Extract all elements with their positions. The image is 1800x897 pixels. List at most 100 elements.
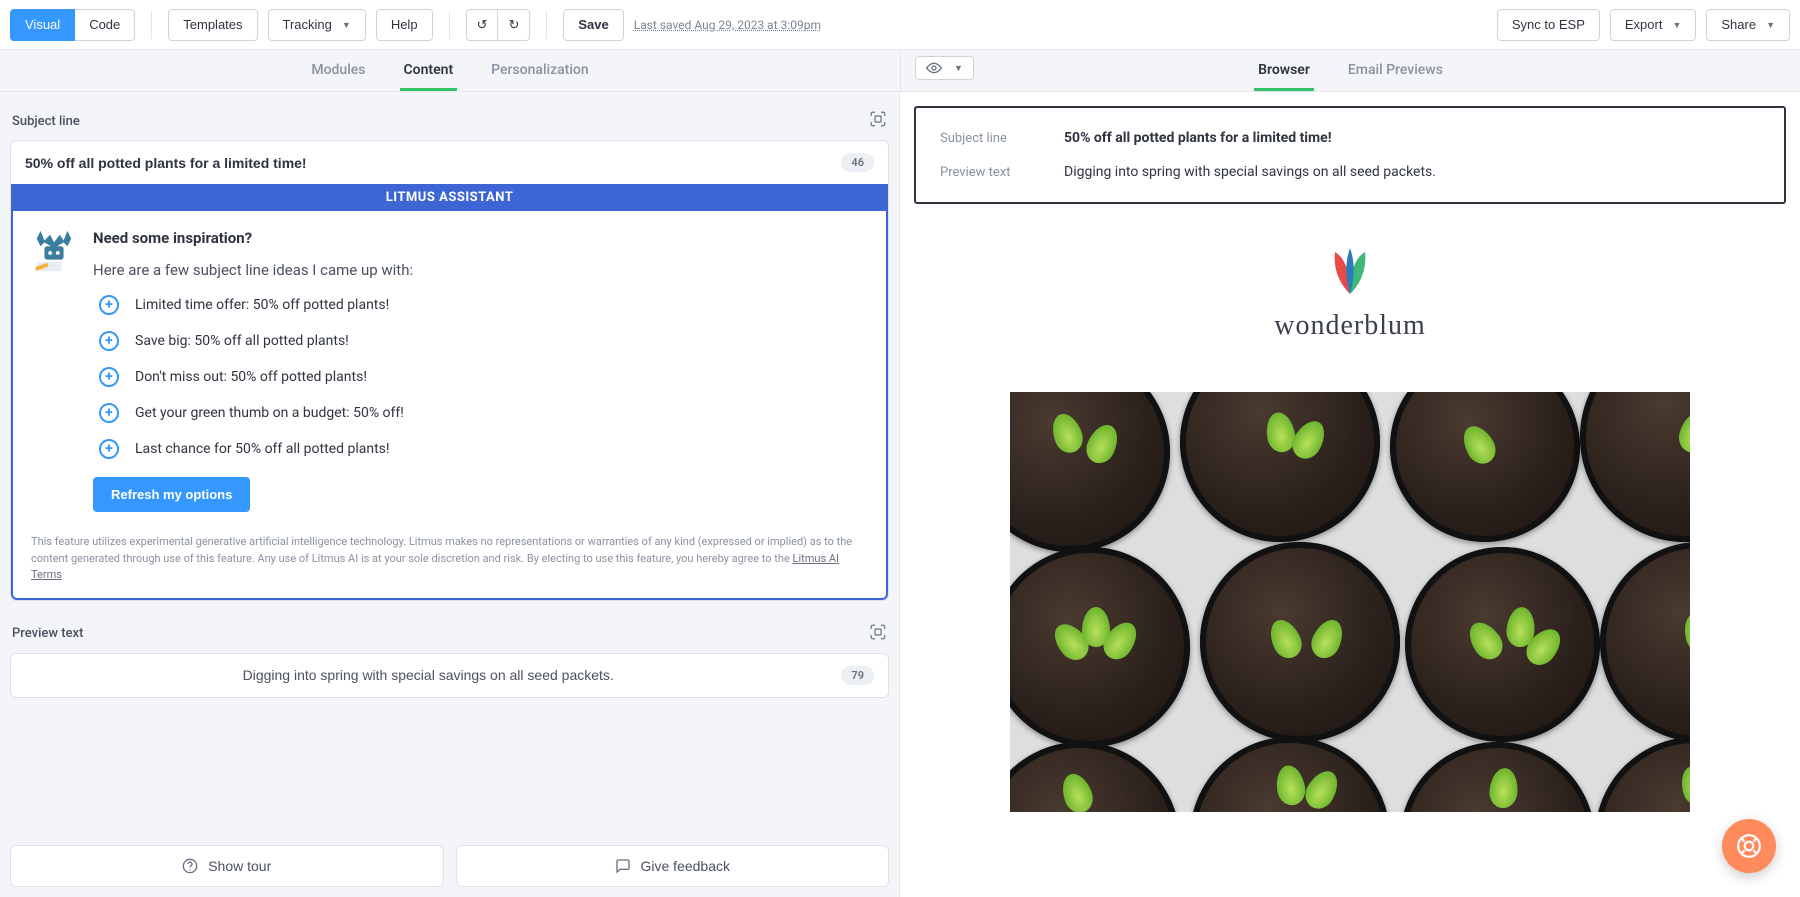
add-suggestion-button[interactable]: + <box>99 403 119 423</box>
preview-subject-row: Subject line 50% off all potted plants f… <box>940 130 1760 146</box>
preview-tabs: ▼ Browser Email Previews <box>900 50 1800 91</box>
undo-button[interactable]: ↺ <box>466 9 499 41</box>
view-mode-group: Visual Code <box>10 9 135 41</box>
editor-tabs: Modules Content Personalization <box>0 50 900 91</box>
save-button[interactable]: Save <box>563 9 623 41</box>
subject-card: 46 LITMUS ASSISTANT Ne <box>10 140 889 601</box>
chevron-down-icon: ▼ <box>342 16 351 34</box>
chevron-down-icon: ▼ <box>1672 16 1681 34</box>
subject-header: Subject line <box>10 110 889 140</box>
tab-modules[interactable]: Modules <box>307 52 369 91</box>
suggestion-text: Save big: 50% off all potted plants! <box>135 333 349 349</box>
editor-footer: Show tour Give feedback <box>10 845 889 887</box>
subject-input[interactable] <box>25 155 831 171</box>
assistant-title: Need some inspiration? <box>93 229 868 247</box>
suggestion-list: + Limited time offer: 50% off potted pla… <box>99 295 868 459</box>
secondary-tabs-row: Modules Content Personalization ▼ Browse… <box>0 50 1800 92</box>
preview-char-count: 79 <box>841 666 874 685</box>
preview-text-header: Preview text <box>10 623 889 653</box>
suggestion-item: + Save big: 50% off all potted plants! <box>99 331 868 351</box>
visual-tab-button[interactable]: Visual <box>10 9 75 41</box>
preview-text-section: Preview text 79 <box>10 623 889 698</box>
suggestion-text: Don't miss out: 50% off potted plants! <box>135 369 367 385</box>
history-group: ↺ ↻ <box>466 9 531 41</box>
assistant-disclaimer: This feature utilizes experimental gener… <box>13 526 886 598</box>
litmus-assistant-panel: LITMUS ASSISTANT Need some inspiration? <box>11 184 888 600</box>
tracking-label: Tracking <box>283 16 332 34</box>
preview-visibility-dropdown[interactable]: ▼ <box>915 56 974 80</box>
preview-previewtext-label: Preview text <box>940 165 1040 180</box>
redo-icon: ↻ <box>508 16 519 34</box>
assistant-banner: LITMUS ASSISTANT <box>13 184 886 211</box>
chat-icon <box>615 858 631 874</box>
disclaimer-text: This feature utilizes experimental gener… <box>31 535 852 565</box>
tab-personalization[interactable]: Personalization <box>487 52 592 91</box>
help-button[interactable]: Help <box>376 9 433 41</box>
export-dropdown[interactable]: Export ▼ <box>1610 9 1697 41</box>
suggestion-item: + Last chance for 50% off all potted pla… <box>99 439 868 459</box>
subject-input-row: 46 <box>11 141 888 184</box>
main-split: Subject line 46 LITMUS ASSISTANT <box>0 92 1800 897</box>
preview-text-input[interactable] <box>25 667 831 683</box>
email-body-preview: wonderblum <box>914 214 1786 812</box>
tab-browser[interactable]: Browser <box>1254 52 1314 91</box>
editor-pane: Subject line 46 LITMUS ASSISTANT <box>0 92 900 897</box>
give-feedback-button[interactable]: Give feedback <box>456 845 890 887</box>
add-suggestion-button[interactable]: + <box>99 367 119 387</box>
preview-previewtext-value: Digging into spring with special savings… <box>1064 164 1436 180</box>
preview-text-row: Preview text Digging into spring with sp… <box>940 164 1760 180</box>
tab-email-previews[interactable]: Email Previews <box>1344 52 1447 91</box>
code-tab-button[interactable]: Code <box>75 9 135 41</box>
suggestion-text: Last chance for 50% off all potted plant… <box>135 441 390 457</box>
brand-mark-icon <box>1315 244 1385 300</box>
show-tour-label: Show tour <box>208 858 271 874</box>
last-saved-text[interactable]: Last saved Aug 29, 2023 at 3:09pm <box>634 18 821 32</box>
suggestion-text: Limited time offer: 50% off potted plant… <box>135 297 389 313</box>
add-suggestion-button[interactable]: + <box>99 439 119 459</box>
suggestion-text: Get your green thumb on a budget: 50% of… <box>135 405 404 421</box>
assistant-avatar-icon <box>31 229 77 275</box>
share-label: Share <box>1721 16 1756 34</box>
subject-char-count: 46 <box>841 153 874 172</box>
share-dropdown[interactable]: Share ▼ <box>1706 9 1790 41</box>
add-suggestion-button[interactable]: + <box>99 331 119 351</box>
eye-icon <box>926 62 942 74</box>
refresh-options-button[interactable]: Refresh my options <box>93 477 250 512</box>
topbar: Visual Code Templates Tracking ▼ Help ↺ … <box>0 0 1800 50</box>
chevron-down-icon: ▼ <box>1766 16 1775 34</box>
suggestion-item: + Don't miss out: 50% off potted plants! <box>99 367 868 387</box>
suggestion-item: + Get your green thumb on a budget: 50% … <box>99 403 868 423</box>
suggestion-item: + Limited time offer: 50% off potted pla… <box>99 295 868 315</box>
export-label: Export <box>1625 16 1663 34</box>
brand-logo: wonderblum <box>1274 244 1426 342</box>
give-feedback-label: Give feedback <box>641 858 731 874</box>
topbar-right: Sync to ESP Export ▼ Share ▼ <box>1497 9 1790 41</box>
preview-text-card: 79 <box>10 653 889 698</box>
preview-header-box: Subject line 50% off all potted plants f… <box>914 106 1786 204</box>
separator <box>151 11 152 39</box>
subject-label: Subject line <box>12 114 80 129</box>
preview-text-label: Preview text <box>12 626 83 641</box>
tab-content[interactable]: Content <box>400 52 458 91</box>
separator <box>449 11 450 39</box>
add-suggestion-button[interactable]: + <box>99 295 119 315</box>
preview-subject-label: Subject line <box>940 131 1040 146</box>
templates-button[interactable]: Templates <box>168 9 257 41</box>
sync-esp-button[interactable]: Sync to ESP <box>1497 9 1600 41</box>
hero-image <box>1010 392 1690 812</box>
show-tour-button[interactable]: Show tour <box>10 845 444 887</box>
preview-subject-value: 50% off all potted plants for a limited … <box>1064 130 1332 146</box>
help-bubble-button[interactable] <box>1722 819 1776 873</box>
undo-icon: ↺ <box>477 16 488 34</box>
separator <box>546 11 547 39</box>
ai-expand-icon[interactable] <box>869 110 887 132</box>
browser-preview-pane: Subject line 50% off all potted plants f… <box>900 92 1800 897</box>
redo-button[interactable]: ↻ <box>498 9 530 41</box>
tracking-dropdown[interactable]: Tracking ▼ <box>268 9 366 41</box>
ai-expand-icon[interactable] <box>869 623 887 645</box>
help-circle-icon <box>182 858 198 874</box>
lifebuoy-icon <box>1736 833 1762 859</box>
brand-name: wonderblum <box>1274 310 1426 342</box>
assistant-body: Need some inspiration? Here are a few su… <box>13 211 886 526</box>
assistant-content: Need some inspiration? Here are a few su… <box>93 229 868 512</box>
